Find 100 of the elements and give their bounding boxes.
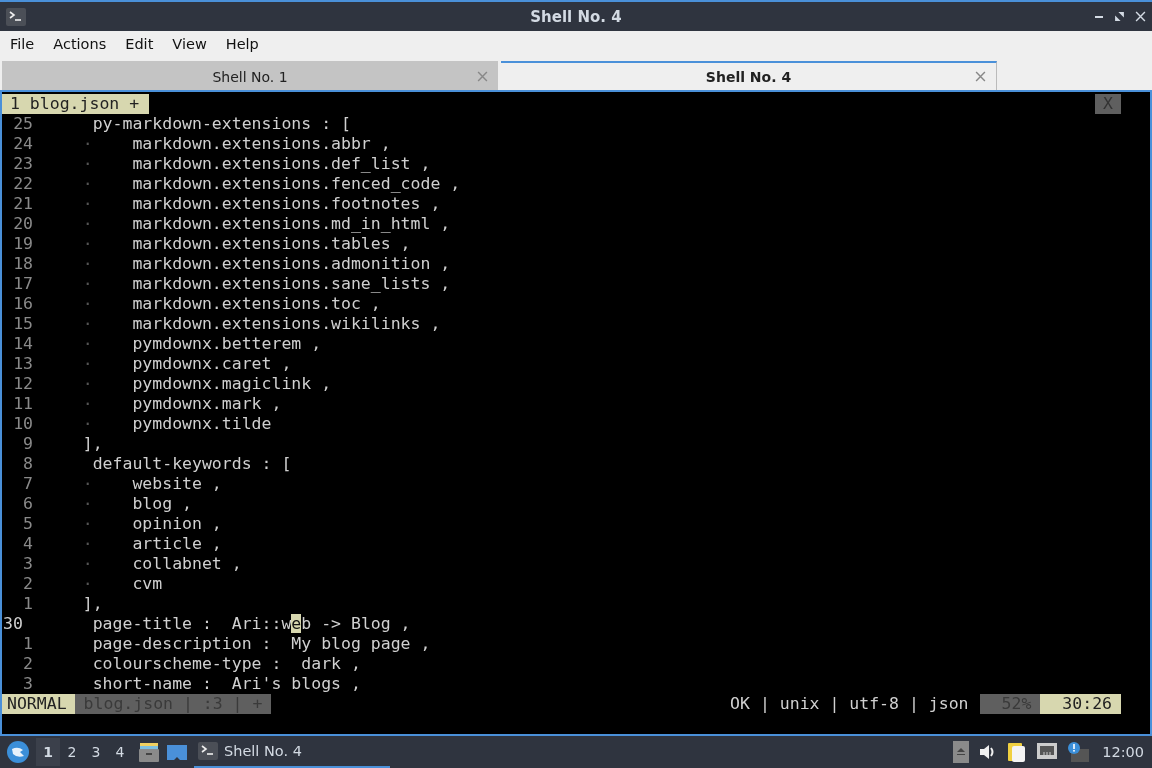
line-number: 5: [22, 514, 33, 534]
workspace-button[interactable]: 3: [84, 738, 108, 766]
workspace-button[interactable]: 4: [108, 738, 132, 766]
indent-guide: ·: [82, 174, 94, 194]
clipboard-icon[interactable]: [1007, 741, 1028, 763]
terminal-icon: [198, 742, 218, 760]
start-menu-icon[interactable]: [6, 740, 30, 764]
clock: 12:00: [1102, 744, 1144, 760]
workspace-button[interactable]: 2: [60, 738, 84, 766]
code-line: website ,: [132, 474, 222, 494]
line-number: 12: [12, 374, 33, 394]
maximize-icon[interactable]: [1114, 11, 1125, 22]
code-line: article ,: [132, 534, 222, 554]
code-line: markdown.extensions.toc ,: [132, 294, 381, 314]
line-number: 1: [22, 634, 33, 654]
indent-guide: ·: [82, 474, 94, 494]
line-number: 2: [22, 574, 33, 594]
indent-guide: ·: [82, 414, 94, 434]
indent-guide: ·: [82, 134, 94, 154]
code-line: ],: [82, 594, 103, 614]
indent-guide: ·: [82, 374, 94, 394]
indent-guide: ·: [82, 234, 94, 254]
code-line: markdown.extensions.def_list ,: [132, 154, 431, 174]
code-line: opinion ,: [132, 514, 222, 534]
code-line: markdown.extensions.tables ,: [132, 234, 411, 254]
code-line: blog ,: [132, 494, 192, 514]
indent-guide: ·: [82, 354, 94, 374]
indent-guide: ·: [82, 494, 94, 514]
code-line: ],: [82, 434, 103, 454]
line-number: 7: [22, 474, 33, 494]
taskbar-task[interactable]: Shell No. 4: [194, 736, 390, 768]
file-manager-icon[interactable]: [138, 741, 160, 763]
line-number: 16: [12, 294, 33, 314]
menu-item[interactable]: Actions: [45, 36, 115, 52]
menu-item[interactable]: File: [2, 36, 43, 52]
line-number: 18: [12, 254, 33, 274]
line-number: 9: [22, 434, 33, 454]
code-line: markdown.extensions.md_in_html ,: [132, 214, 451, 234]
code-line: colourscheme-type : dark ,: [92, 654, 361, 674]
menu-item[interactable]: Help: [217, 36, 267, 52]
code-line: pymdownx.caret ,: [132, 354, 292, 374]
tab[interactable]: Shell No. 4: [501, 61, 997, 90]
code-line: markdown.extensions.fenced_code ,: [132, 174, 461, 194]
indent-guide: ·: [82, 254, 94, 274]
indent-guide: ·: [82, 194, 94, 214]
line-number: 1: [22, 594, 33, 614]
line-number: 24: [12, 134, 33, 154]
workspace-button[interactable]: 1: [36, 738, 60, 766]
line-number: 11: [12, 394, 33, 414]
line-number: 14: [12, 334, 33, 354]
indent-guide: ·: [82, 554, 94, 574]
code-line: short-name : Ari's blogs ,: [92, 674, 361, 694]
code-line: py-markdown-extensions : [: [92, 114, 351, 134]
indent-guide: ·: [82, 154, 94, 174]
code-line: pymdownx.mark ,: [132, 394, 282, 414]
file-details: OK | unix | utf-8 | json: [730, 694, 970, 714]
code-line: collabnet ,: [132, 554, 242, 574]
line-number: 3: [22, 674, 33, 694]
code-line: page-title : Ari::web -> Blog ,: [92, 614, 411, 634]
line-number: 21: [12, 194, 33, 214]
code-line: pymdownx.magiclink ,: [132, 374, 332, 394]
indent-guide: ·: [82, 294, 94, 314]
code-line: cvm: [132, 574, 163, 594]
code-line: markdown.extensions.abbr ,: [132, 134, 391, 154]
line-number: 2: [22, 654, 33, 674]
notification-icon[interactable]: [1067, 741, 1090, 763]
code-line: markdown.extensions.admonition ,: [132, 254, 451, 274]
terminal-icon: [6, 7, 26, 26]
line-number: 22: [12, 174, 33, 194]
mode-indicator: NORMAL: [2, 694, 75, 714]
indent-guide: ·: [82, 574, 94, 594]
menu-item[interactable]: Edit: [117, 36, 162, 52]
indent-guide: ·: [82, 314, 94, 334]
line-number: 23: [12, 154, 33, 174]
menu-item[interactable]: View: [164, 36, 215, 52]
network-icon[interactable]: [1036, 742, 1059, 762]
indent-guide: ·: [82, 214, 94, 234]
buffer-tab[interactable]: 1 blog.json +: [2, 94, 150, 114]
indent-guide: ·: [82, 534, 94, 554]
line-number: 20: [12, 214, 33, 234]
code-line: pymdownx.betterem ,: [132, 334, 322, 354]
line-number: 8: [22, 454, 33, 474]
eject-icon[interactable]: [953, 741, 970, 763]
line-number: 6: [22, 494, 33, 514]
window-title: Shell No. 4: [530, 7, 622, 26]
indent-guide: ·: [82, 334, 94, 354]
line-number: 25: [12, 114, 33, 134]
indent-guide: ·: [82, 274, 94, 294]
tab[interactable]: Shell No. 1: [2, 61, 498, 90]
cursor: e: [291, 614, 302, 633]
code-line: page-description : My blog page ,: [92, 634, 431, 654]
code-line: markdown.extensions.sane_lists ,: [132, 274, 451, 294]
line-number: 3: [22, 554, 33, 574]
indent-guide: ·: [82, 514, 94, 534]
code-line: pymdownx.tilde: [132, 414, 272, 434]
line-number: 13: [12, 354, 33, 374]
line-number: 19: [12, 234, 33, 254]
code-line: markdown.extensions.footnotes ,: [132, 194, 441, 214]
line-number: 10: [12, 414, 33, 434]
indent-guide: ·: [82, 394, 94, 414]
